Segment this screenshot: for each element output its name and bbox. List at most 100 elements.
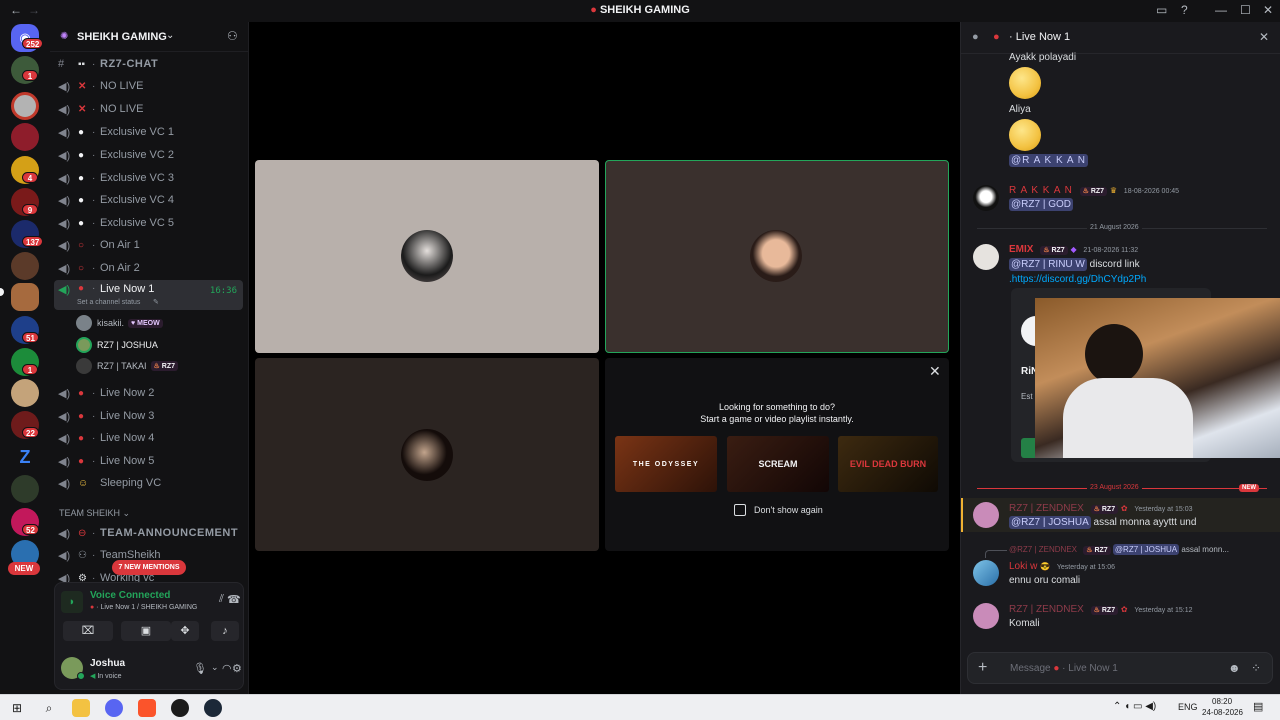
noise-suppression-icon[interactable]: ⫽ <box>219 593 224 606</box>
voice-user[interactable]: RZ7 | TAKAI ♨ RZ7 <box>76 356 236 376</box>
channel-item[interactable]: ◀) ✕ · NO LIVE <box>54 98 243 120</box>
channel-item[interactable]: ◀) ● · Exclusive VC 3 <box>54 167 243 189</box>
message-composer[interactable]: + Message ● · Live Now 1 ☻ ⁘ <box>967 652 1273 684</box>
channel-item[interactable]: ◀) ✕ · NO LIVE <box>54 75 243 97</box>
server-icon[interactable] <box>11 92 39 120</box>
channel-item-active[interactable]: ◀) ● · Live Now 1 16:36 Set a channel st… <box>54 280 243 310</box>
channel-item[interactable]: ◀) ○ · On Air 1 <box>54 234 243 256</box>
clock-time[interactable]: 08:20 <box>1212 697 1232 706</box>
channel-item[interactable]: ◀) ● · Exclusive VC 2 <box>54 144 243 166</box>
input-language[interactable]: ENG <box>1178 702 1198 712</box>
avatar[interactable] <box>973 603 999 629</box>
mention[interactable]: @RZ7 | JOSHUA <box>1009 516 1091 529</box>
participant-tile[interactable] <box>255 358 599 551</box>
username[interactable]: Joshua <box>90 658 125 669</box>
soundboard-button[interactable]: ♪ <box>211 621 239 641</box>
channel-item[interactable]: ◀) ● · Live Now 4 <box>54 427 243 449</box>
participant-tile[interactable] <box>255 160 599 353</box>
guild-header[interactable]: ✺ SHEIKH GAMING ⌄ ⚇ <box>50 22 249 52</box>
start-icon[interactable]: ⊞ <box>8 699 26 717</box>
new-unread-pill[interactable]: NEW <box>8 562 40 575</box>
close-window-icon[interactable]: ✕ <box>1263 3 1273 17</box>
webcam-person-head <box>1085 324 1143 384</box>
plus-icon[interactable]: + <box>978 659 987 677</box>
role-tag-text: RZ7 <box>1101 607 1116 614</box>
new-mentions-pill[interactable]: 7 NEW MENTIONS <box>112 560 186 575</box>
steam-icon[interactable] <box>204 699 222 717</box>
category-header[interactable]: TEAM SHEIKH ⌄ <box>59 508 130 519</box>
channel-item[interactable]: ◀) ● · Exclusive VC 5 <box>54 212 243 234</box>
headphones-icon[interactable]: ◠ <box>222 662 232 675</box>
voice-user[interactable]: kisakii. ♥ MEOW <box>76 313 236 333</box>
server-icon-active[interactable] <box>11 283 39 311</box>
search-icon[interactable]: ⌕ <box>40 699 58 717</box>
dont-show-checkbox[interactable] <box>734 504 746 516</box>
file-explorer-icon[interactable] <box>72 699 90 717</box>
server-icon[interactable] <box>11 379 39 407</box>
help-icon[interactable]: ? <box>1181 3 1188 17</box>
z-server-icon[interactable]: Z <box>11 443 39 471</box>
channel-item[interactable]: ◀) ⊖ · TEAM-ANNOUNCEMENT <box>54 522 243 544</box>
role-tag: ♥ MEOW <box>128 318 163 328</box>
server-icon[interactable] <box>11 475 39 503</box>
avatar[interactable] <box>973 185 999 211</box>
add-member-icon[interactable]: ⚇ <box>227 29 238 43</box>
discord-icon[interactable] <box>105 699 123 717</box>
author-name[interactable]: Loki w <box>1009 561 1037 572</box>
channel-item[interactable]: ◀) ● · Live Now 5 <box>54 450 243 472</box>
speaker-icon: ◀) <box>58 172 71 185</box>
channel-item[interactable]: ◀) ○ · On Air 2 <box>54 257 243 279</box>
camera-off-button[interactable]: ⌧ <box>63 621 113 641</box>
voice-location[interactable]: ● · Live Now 1 / SHEIKH GAMING <box>90 604 197 611</box>
game-card[interactable]: SCREAM <box>727 436 829 492</box>
inbox-icon[interactable]: ▭ <box>1156 3 1167 17</box>
avatar[interactable] <box>973 502 999 528</box>
game-card[interactable]: EVIL DEAD BURN <box>838 436 938 492</box>
screen-share-button[interactable]: ▣ <box>121 621 171 641</box>
channel-item[interactable]: ◀) ● · Live Now 2 <box>54 382 243 404</box>
mention[interactable]: @RZ7 | RINU W <box>1009 258 1087 271</box>
avatar[interactable] <box>973 560 999 586</box>
activities-button[interactable]: ✥ <box>171 621 199 641</box>
channel-item[interactable]: # ▪▪ · RZ7-CHAT <box>54 53 243 75</box>
server-icon[interactable] <box>11 252 39 280</box>
notification-icon[interactable]: ▤ <box>1253 700 1263 713</box>
settings-gear-icon[interactable]: ⚙ <box>232 662 242 675</box>
chevron-down-icon[interactable]: ⌄ <box>211 662 219 673</box>
tray-tray-icons[interactable]: ⌃ ◖ ▭ ◀) <box>1113 701 1156 712</box>
close-icon[interactable]: ✕ <box>1259 30 1269 44</box>
avatar[interactable] <box>973 244 999 270</box>
webcam-overlay[interactable] <box>1035 298 1280 458</box>
mention[interactable]: @R A K K A N <box>1009 154 1088 167</box>
channel-status[interactable]: Set a channel status <box>77 299 140 306</box>
signal-icon[interactable]: ◗ <box>61 591 83 613</box>
close-icon[interactable]: ✕ <box>929 363 941 380</box>
channel-item[interactable]: ◀) ● · Live Now 3 <box>54 405 243 427</box>
apps-icon[interactable]: ⁘ <box>1251 661 1261 675</box>
pencil-icon[interactable]: ✎ <box>153 298 159 306</box>
author-name[interactable]: EMIX <box>1009 244 1033 255</box>
voice-user[interactable]: RZ7 | JOSHUA <box>76 335 236 355</box>
disconnect-icon[interactable]: ☎ <box>227 593 241 606</box>
participant-tile-speaking[interactable] <box>605 160 949 353</box>
minimize-icon[interactable]: — <box>1215 3 1227 17</box>
brave-icon[interactable] <box>138 699 156 717</box>
author-name[interactable]: RZ7 | ZENDNEX <box>1009 503 1084 514</box>
game-card[interactable]: THE ODYSSEY <box>615 436 717 492</box>
channel-item[interactable]: ◀) ● · Exclusive VC 1 <box>54 121 243 143</box>
maximize-icon[interactable]: ☐ <box>1240 3 1251 17</box>
author-name[interactable]: RZ7 | ZENDNEX <box>1009 604 1084 615</box>
channel-item[interactable]: ◀) ● · Exclusive VC 4 <box>54 189 243 211</box>
mention[interactable]: @RZ7 | GOD <box>1009 198 1073 211</box>
message-link[interactable]: .https://discord.gg/DhCYdp2Ph <box>1009 274 1146 285</box>
voice-status[interactable]: Voice Connected <box>90 590 170 601</box>
obs-icon[interactable] <box>171 699 189 717</box>
clock-date[interactable]: 24-08-2026 <box>1202 708 1243 717</box>
server-icon[interactable] <box>11 123 39 151</box>
emoji-icon[interactable]: ☻ <box>1228 661 1241 675</box>
speaker-icon: ◀) <box>58 194 71 207</box>
microphone-icon[interactable]: 🎙 <box>193 662 207 675</box>
author-name[interactable]: R A K K A N <box>1009 185 1073 196</box>
channel-item[interactable]: ◀) ☺ Sleeping VC <box>54 472 243 494</box>
reply-preview[interactable]: @RZ7 | ZENDNEX ♨ RZ7 @RZ7 | JOSHUA assal… <box>1009 544 1229 555</box>
